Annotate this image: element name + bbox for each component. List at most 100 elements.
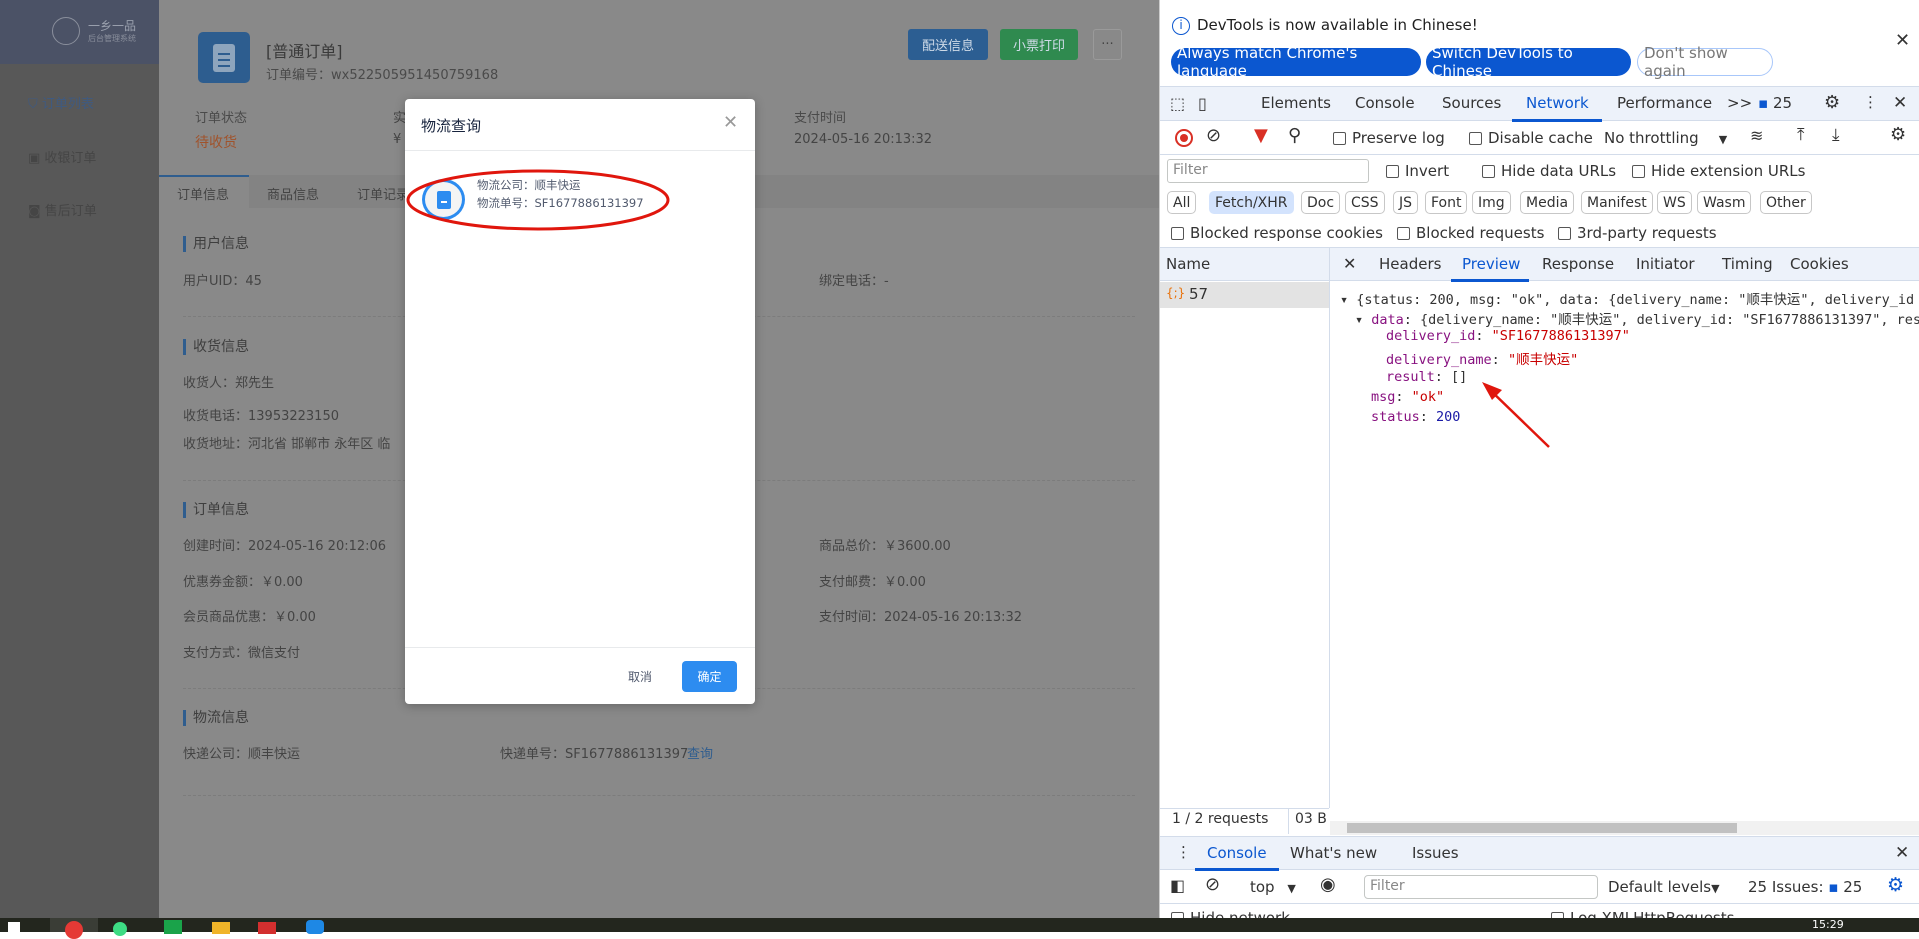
kebab-menu-icon[interactable]: ⋮ <box>1863 93 1878 111</box>
preserve-log-checkbox[interactable]: Preserve log <box>1333 129 1445 147</box>
start-icon[interactable] <box>8 922 20 932</box>
console-filter-input[interactable]: Filter <box>1364 875 1598 899</box>
sidebar-item-cashier-orders[interactable]: ▣ 收银订单 <box>28 147 96 166</box>
drawer-tab-console[interactable]: Console <box>1207 844 1267 862</box>
filter-input[interactable]: Filter <box>1167 159 1369 183</box>
network-settings-icon[interactable]: ⚙ <box>1890 124 1906 145</box>
type-css[interactable]: CSS <box>1345 191 1385 214</box>
type-font[interactable]: Font <box>1425 191 1468 214</box>
inspect-element-icon[interactable]: ⬚ <box>1170 94 1185 113</box>
tab-headers[interactable]: Headers <box>1379 255 1441 273</box>
taskbar: 15:29 <box>0 918 1919 939</box>
settings-gear-icon[interactable]: ⚙ <box>1824 92 1840 113</box>
taskbar-app-icon[interactable] <box>258 922 276 934</box>
red-annotation-arrow <box>1482 382 1550 448</box>
confirm-button[interactable]: 确定 <box>682 661 737 692</box>
import-har-icon[interactable]: ⤒ <box>1797 125 1805 145</box>
sidebar-item-order-list[interactable]: ⛉ 订单列表 <box>28 93 94 112</box>
network-conditions-icon[interactable]: ≋ <box>1750 126 1763 145</box>
drawer-tab-issues[interactable]: Issues <box>1412 844 1459 862</box>
tab-elements[interactable]: Elements <box>1261 94 1331 112</box>
tab-performance[interactable]: Performance <box>1617 94 1712 112</box>
throttling-select[interactable]: No throttling ▼ <box>1604 129 1727 147</box>
issues-counter[interactable]: 25 Issues: ▪ 25 <box>1748 878 1862 896</box>
third-party-checkbox[interactable]: 3rd-party requests <box>1558 224 1717 242</box>
tab-order-info[interactable]: 订单信息 <box>177 184 229 203</box>
logo: 一乡一品 后台管理系统 <box>0 0 159 64</box>
type-img[interactable]: Img <box>1472 191 1511 214</box>
dont-show-again-button[interactable]: Don't show again <box>1637 44 1773 80</box>
delivery-info-button[interactable]: 配送信息 <box>908 29 988 60</box>
tab-initiator[interactable]: Initiator <box>1636 255 1695 273</box>
record-icon[interactable] <box>1175 129 1193 147</box>
device-toolbar-icon[interactable]: ▯ <box>1198 94 1207 113</box>
type-all[interactable]: All <box>1167 191 1197 214</box>
type-wasm[interactable]: Wasm <box>1697 191 1752 214</box>
tab-cookies[interactable]: Cookies <box>1790 255 1849 273</box>
export-har-icon[interactable]: ⤓ <box>1832 125 1840 145</box>
devtools-tab-bar: ⬚ ▯ Elements Console Sources Network Per… <box>1160 86 1919 122</box>
close-detail-icon[interactable]: ✕ <box>1343 254 1356 273</box>
horizontal-scrollbar[interactable] <box>1330 821 1919 835</box>
close-banner-icon[interactable]: ✕ <box>1895 30 1910 51</box>
json-root[interactable]: ▾ {status: 200, msg: "ok", data: {delive… <box>1340 288 1914 308</box>
drawer-tab-bar: ⋮ Console What's new Issues ✕ <box>1160 836 1919 871</box>
taskbar-app-icon[interactable] <box>113 922 127 936</box>
issues-badge[interactable]: ▪ 25 <box>1758 94 1792 112</box>
blocked-requests-checkbox[interactable]: Blocked requests <box>1397 224 1544 242</box>
tab-network[interactable]: Network <box>1526 94 1589 112</box>
switch-chinese-button[interactable]: Switch DevTools to Chinese <box>1426 44 1631 80</box>
type-ws[interactable]: WS <box>1657 191 1692 214</box>
context-select[interactable]: top ▼ <box>1250 878 1296 896</box>
more-button[interactable]: ··· <box>1093 29 1122 60</box>
hide-extension-urls-checkbox[interactable]: Hide extension URLs <box>1632 162 1805 180</box>
tab-goods-info[interactable]: 商品信息 <box>267 184 319 203</box>
json-data-node[interactable]: ▾ data: {delivery_name: "顺丰快运", delivery… <box>1355 308 1919 328</box>
dialog-title: 物流查询 <box>421 117 482 135</box>
taskbar-chrome[interactable] <box>50 918 98 939</box>
tab-console[interactable]: Console <box>1355 94 1415 112</box>
type-fetch-xhr[interactable]: Fetch/XHR <box>1209 191 1294 214</box>
close-icon[interactable]: ✕ <box>723 112 738 133</box>
hide-data-urls-checkbox[interactable]: Hide data URLs <box>1482 162 1616 180</box>
clear-console-icon[interactable]: ⊘ <box>1205 874 1220 895</box>
drawer-menu-icon[interactable]: ⋮ <box>1176 843 1191 861</box>
tab-preview[interactable]: Preview <box>1462 255 1520 273</box>
tab-timing[interactable]: Timing <box>1722 255 1773 273</box>
type-manifest[interactable]: Manifest <box>1581 191 1653 214</box>
request-row[interactable]: {;} 57 <box>1160 282 1329 308</box>
tab-order-records[interactable]: 订单记录 <box>357 184 409 203</box>
live-expression-eye-icon[interactable]: ◉ <box>1320 874 1336 895</box>
type-doc[interactable]: Doc <box>1301 191 1341 214</box>
tab-sources[interactable]: Sources <box>1442 94 1501 112</box>
disable-cache-checkbox[interactable]: Disable cache <box>1469 129 1593 147</box>
logistics-query-link[interactable]: 查询 <box>687 743 713 762</box>
close-devtools-icon[interactable]: ✕ <box>1893 93 1907 113</box>
requests-header: Name ✕ Headers Preview Response Initiato… <box>1160 247 1919 282</box>
close-drawer-icon[interactable]: ✕ <box>1895 843 1909 863</box>
taskbar-folder-icon[interactable] <box>212 922 230 934</box>
type-media[interactable]: Media <box>1520 191 1575 214</box>
log-levels-select[interactable]: Default levels▼ <box>1608 878 1720 896</box>
cart-icon: ⛉ <box>28 97 42 112</box>
more-tabs-icon[interactable]: >> <box>1727 94 1752 112</box>
search-icon[interactable]: ⚲ <box>1288 125 1301 146</box>
clear-icon[interactable]: ⊘ <box>1206 125 1221 146</box>
filter-funnel-icon[interactable]: ▼ <box>1254 125 1268 146</box>
sidebar-item-after-sale[interactable]: ◙ 售后订单 <box>28 200 97 219</box>
type-js[interactable]: JS <box>1393 191 1419 214</box>
match-language-button[interactable]: Always match Chrome's language <box>1171 44 1421 80</box>
red-highlight-ellipse <box>406 169 670 231</box>
tab-response[interactable]: Response <box>1542 255 1614 273</box>
type-other[interactable]: Other <box>1760 191 1812 214</box>
console-settings-icon[interactable]: ⚙ <box>1887 874 1904 896</box>
print-receipt-button[interactable]: 小票打印 <box>1000 29 1078 60</box>
logistics-query-dialog: 物流查询 ✕ 物流公司：顺丰快运 物流单号：SF1677886131397 取消… <box>405 99 755 704</box>
cancel-button[interactable]: 取消 <box>628 668 652 685</box>
name-column-header[interactable]: Name <box>1166 255 1210 273</box>
invert-checkbox[interactable]: Invert <box>1386 162 1449 180</box>
network-toolbar: ⊘ ▼ ⚲ Preserve log Disable cache No thro… <box>1160 121 1919 155</box>
blocked-cookies-checkbox[interactable]: Blocked response cookies <box>1171 224 1383 242</box>
sidebar-toggle-icon[interactable]: ◧ <box>1170 876 1185 895</box>
drawer-tab-whats-new[interactable]: What's new <box>1290 844 1377 862</box>
